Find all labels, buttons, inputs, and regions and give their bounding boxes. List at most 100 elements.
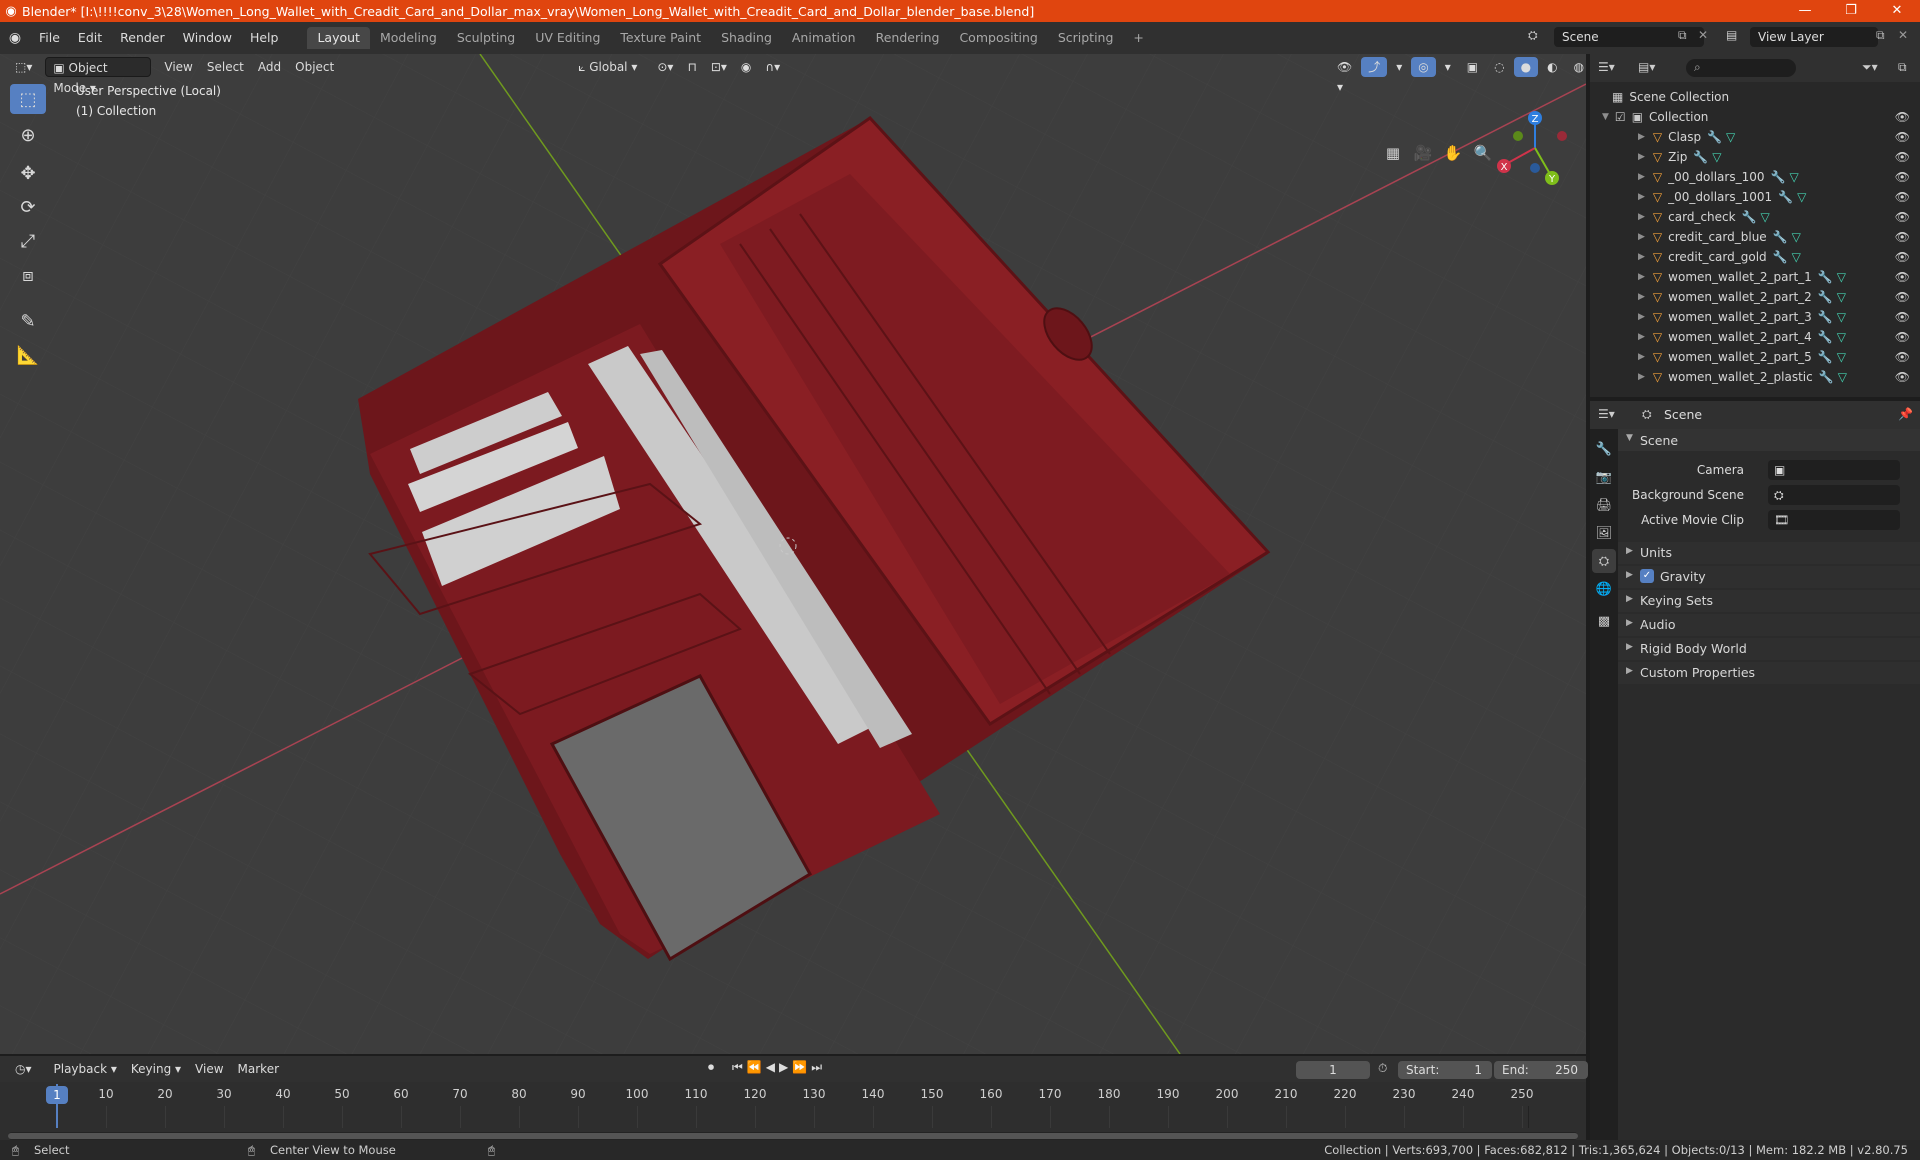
play-icon[interactable]: ▶ <box>779 1060 788 1075</box>
expand-icon[interactable]: ▶ <box>1638 172 1645 182</box>
expand-icon[interactable]: ▶ <box>1626 618 1633 628</box>
proportional-edit-icon[interactable]: ◉ <box>734 57 758 77</box>
expand-icon[interactable]: ▶ <box>1638 332 1645 342</box>
tab-animation[interactable]: Animation <box>782 27 866 49</box>
modifier-wrench-icon[interactable]: 🔧 <box>1707 130 1722 144</box>
gizmo-y-label[interactable]: Y <box>1548 174 1556 185</box>
next-keyframe-icon[interactable]: ⏩ <box>792 1060 807 1075</box>
properties-editor-type-icon[interactable]: ☰▾ <box>1598 407 1615 421</box>
play-reverse-icon[interactable]: ◀ <box>766 1060 775 1075</box>
cursor-tool[interactable]: ⊕ <box>10 120 46 150</box>
mesh-data-icon[interactable]: ▽ <box>1792 250 1801 264</box>
gizmo-toggle-icon[interactable]: ⤴ <box>1361 57 1388 77</box>
expand-icon[interactable]: ▶ <box>1638 192 1645 202</box>
outliner-object-row[interactable]: ▶ ▽ Zip 🔧 ▽ 👁 <box>1590 147 1920 167</box>
transform-orientation-dropdown[interactable]: ⟀ Global ▾ <box>571 57 644 77</box>
menu-marker[interactable]: Marker <box>231 1059 286 1079</box>
measure-tool[interactable]: 📐 <box>10 340 46 370</box>
xray-icon[interactable]: ▣ <box>1460 57 1485 77</box>
eye-icon[interactable]: 👁 <box>1895 210 1910 224</box>
eye-icon[interactable]: 👁 <box>1895 350 1910 364</box>
mesh-data-icon[interactable]: ▽ <box>1761 210 1770 224</box>
eye-icon[interactable]: 👁 <box>1895 270 1910 284</box>
expand-icon[interactable]: ▶ <box>1626 570 1633 580</box>
outliner-object-row[interactable]: ▶ ▽ women_wallet_2_part_1 🔧 ▽ 👁 <box>1590 267 1920 287</box>
tab-texture-paint[interactable]: Texture Paint <box>610 27 711 49</box>
eye-icon[interactable]: 👁 <box>1895 190 1910 204</box>
outliner-object-row[interactable]: ▶ ▽ women_wallet_2_part_2 🔧 ▽ 👁 <box>1590 287 1920 307</box>
modifier-wrench-icon[interactable]: 🔧 <box>1818 270 1833 284</box>
modifier-wrench-icon[interactable]: 🔧 <box>1771 170 1786 184</box>
mesh-data-icon[interactable]: ▽ <box>1792 230 1801 244</box>
expand-icon[interactable]: ▶ <box>1626 666 1633 676</box>
rendered-shading-icon[interactable]: ◍ <box>1567 57 1586 77</box>
tab-scripting[interactable]: Scripting <box>1048 27 1124 49</box>
outliner-editor-type-icon[interactable]: ☰▾ <box>1598 60 1615 74</box>
scene-panel-collapse-icon[interactable]: ▼ <box>1626 433 1633 443</box>
eye-icon[interactable]: 👁 <box>1895 250 1910 264</box>
eye-icon[interactable]: 👁 <box>1895 130 1910 144</box>
camera-view-icon[interactable]: 🎥 <box>1410 140 1436 166</box>
modifier-wrench-icon[interactable]: 🔧 <box>1818 330 1833 344</box>
background-scene-field[interactable]: ⛭ <box>1768 485 1900 505</box>
menu-help[interactable]: Help <box>241 27 288 49</box>
menu-file[interactable]: File <box>30 27 69 49</box>
modifier-wrench-icon[interactable]: 🔧 <box>1742 210 1757 224</box>
outliner-object-row[interactable]: ▶ ▽ _00_dollars_1001 🔧 ▽ 👁 <box>1590 187 1920 207</box>
menu-object[interactable]: Object <box>288 57 341 77</box>
modifier-wrench-icon[interactable]: 🔧 <box>1818 290 1833 304</box>
navigation-gizmo[interactable]: Z X Y <box>1490 98 1580 198</box>
start-frame-field[interactable]: Start: 1 <box>1398 1061 1492 1079</box>
mesh-data-icon[interactable]: ▽ <box>1712 150 1721 164</box>
menu-playback[interactable]: Playback ▾ <box>47 1059 124 1079</box>
tab-sculpting[interactable]: Sculpting <box>447 27 525 49</box>
blender-menu-icon[interactable]: ◉ <box>0 30 30 46</box>
gravity-checkbox[interactable]: ✓ <box>1640 569 1654 583</box>
eye-icon[interactable]: 👁 <box>1895 170 1910 184</box>
modifier-wrench-icon[interactable]: 🔧 <box>1818 310 1833 324</box>
mesh-data-icon[interactable]: ▽ <box>1789 170 1798 184</box>
outliner-object-row[interactable]: ▶ ▽ card_check 🔧 ▽ 👁 <box>1590 207 1920 227</box>
menu-timeline-view[interactable]: View <box>188 1059 230 1079</box>
outliner-object-row[interactable]: ▶ ▽ women_wallet_2_plastic 🔧 ▽ 👁 <box>1590 367 1920 387</box>
tab-modeling[interactable]: Modeling <box>370 27 447 49</box>
outliner-object-row[interactable]: ▶ ▽ Clasp 🔧 ▽ 👁 <box>1590 127 1920 147</box>
minimize-button[interactable]: — <box>1782 0 1828 22</box>
mesh-data-icon[interactable]: ▽ <box>1837 330 1846 344</box>
pivot-icon[interactable]: ⊙▾ <box>650 57 680 77</box>
subpanel-header[interactable]: ▶ Units <box>1618 542 1920 564</box>
rotate-tool[interactable]: ⟳ <box>10 192 46 222</box>
move-tool[interactable]: ✥ <box>10 158 46 188</box>
menu-render[interactable]: Render <box>111 27 174 49</box>
outliner-object-row[interactable]: ▶ ▽ credit_card_blue 🔧 ▽ 👁 <box>1590 227 1920 247</box>
gizmo-x-label[interactable]: X <box>1501 162 1508 173</box>
outliner-object-row[interactable]: ▶ ▽ credit_card_gold 🔧 ▽ 👁 <box>1590 247 1920 267</box>
display-mode-icon[interactable]: ▤▾ <box>1638 60 1655 74</box>
editor-type-icon[interactable]: ⬚▾ <box>8 57 39 77</box>
menu-window[interactable]: Window <box>174 27 241 49</box>
tab-shading[interactable]: Shading <box>711 27 782 49</box>
eye-icon[interactable]: 👁 <box>1895 110 1910 124</box>
mesh-data-icon[interactable]: ▽ <box>1837 270 1846 284</box>
expand-icon[interactable]: ▶ <box>1638 352 1645 362</box>
outliner-search-input[interactable]: ⌕ <box>1686 59 1796 77</box>
eye-icon[interactable]: 👁 <box>1895 370 1910 384</box>
maximize-button[interactable]: ❐ <box>1828 0 1874 22</box>
falloff-icon[interactable]: ∩▾ <box>758 57 787 77</box>
record-icon[interactable]: ⏺ <box>708 1060 714 1075</box>
expand-icon[interactable]: ▶ <box>1638 292 1645 302</box>
expand-icon[interactable]: ▶ <box>1638 212 1645 222</box>
add-workspace-button[interactable]: + <box>1123 27 1153 49</box>
end-frame-field[interactable]: End: 250 <box>1494 1061 1588 1079</box>
render-tab-icon[interactable]: 📷 <box>1592 465 1616 489</box>
delete-scene-icon[interactable]: ✕ <box>1698 28 1708 42</box>
menu-select[interactable]: Select <box>200 57 251 77</box>
eye-icon[interactable]: 👁 <box>1895 310 1910 324</box>
filter-icon[interactable]: ⏷▾ <box>1862 60 1878 75</box>
transform-tool[interactable]: ⧈ <box>10 260 46 290</box>
eye-icon[interactable]: 👁 <box>1895 230 1910 244</box>
tool-tab-icon[interactable]: 🔧 <box>1592 437 1616 461</box>
view-layer-field[interactable]: View Layer <box>1750 27 1878 47</box>
modifier-wrench-icon[interactable]: 🔧 <box>1773 250 1788 264</box>
mesh-data-icon[interactable]: ▽ <box>1837 290 1846 304</box>
